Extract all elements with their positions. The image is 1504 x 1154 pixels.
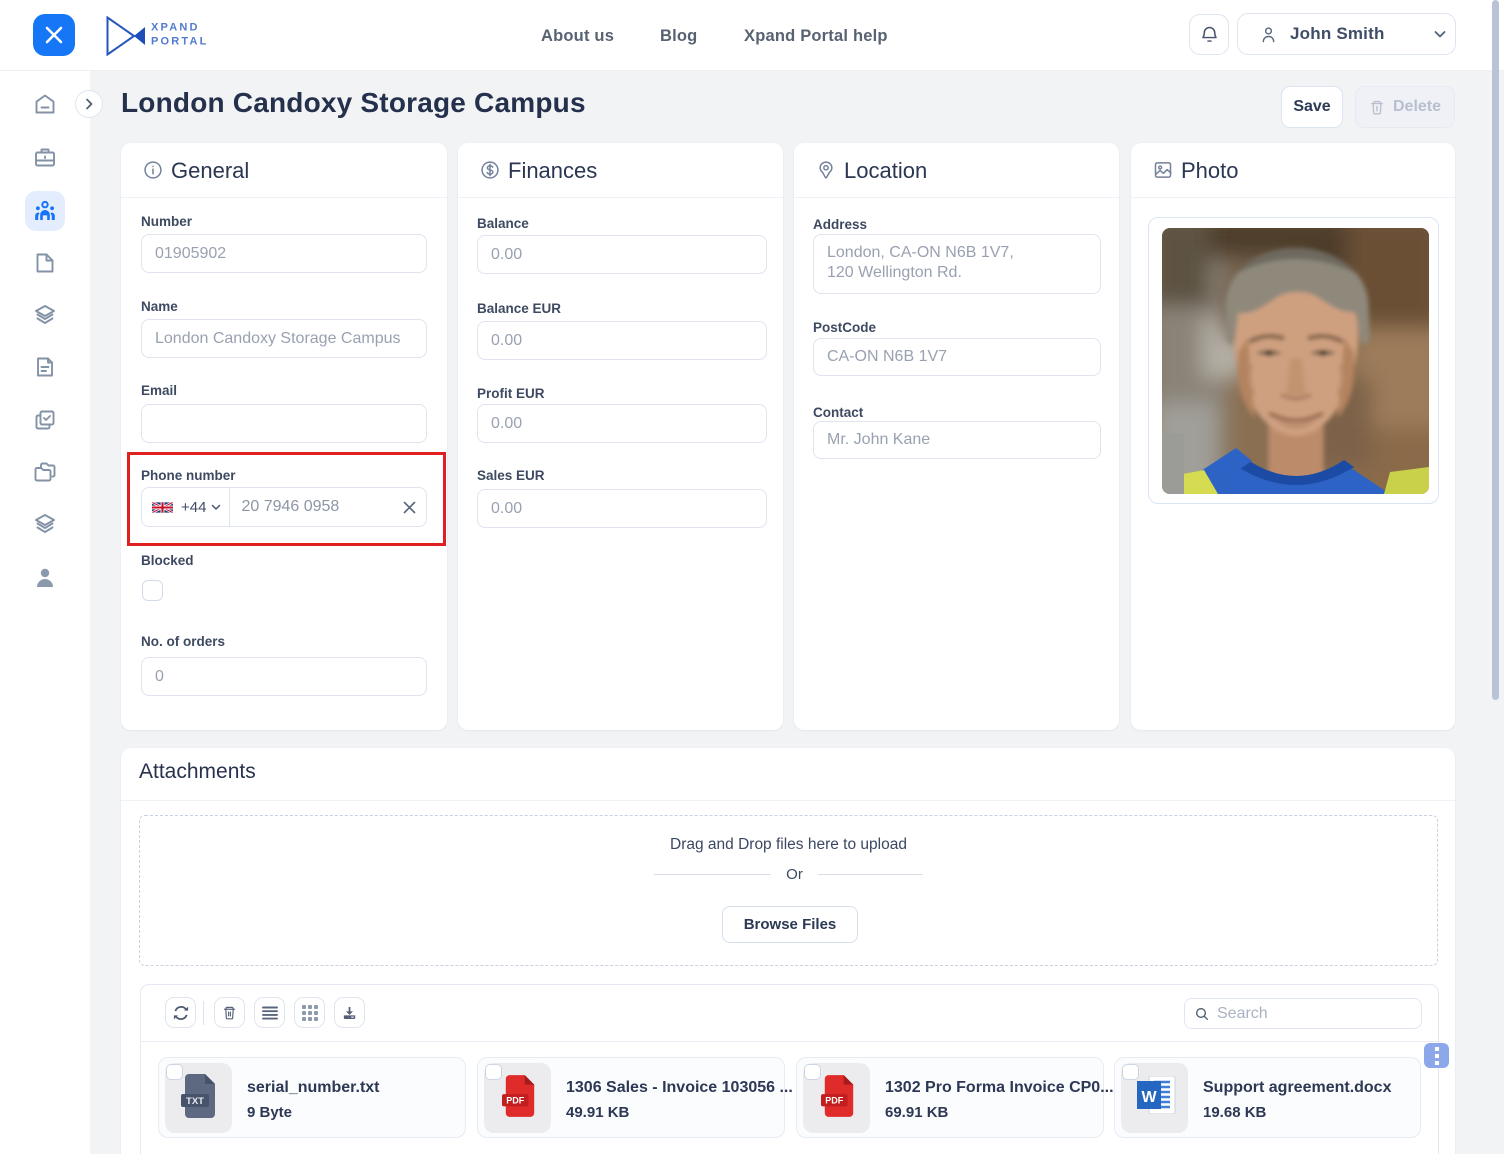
svg-text:XPAND: XPAND	[151, 22, 200, 34]
svg-text:PDF: PDF	[825, 1096, 844, 1106]
svg-text:PORTAL: PORTAL	[151, 36, 206, 48]
svg-text:PDF: PDF	[506, 1096, 525, 1106]
svg-text:W: W	[1141, 1089, 1157, 1106]
svg-text:TXT: TXT	[186, 1096, 204, 1107]
